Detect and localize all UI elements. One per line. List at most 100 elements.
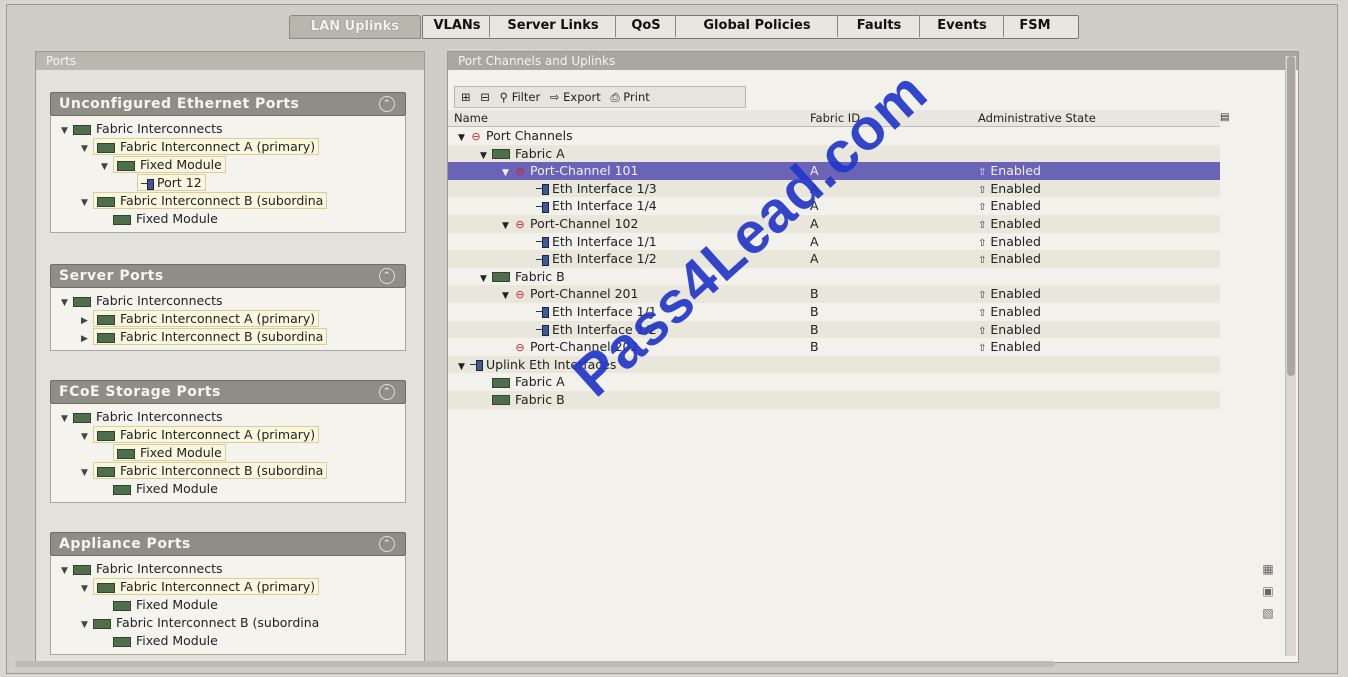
section-header[interactable]: FCoE Storage Ports ⌃ bbox=[50, 380, 406, 404]
collapse-icon[interactable]: ⌃ bbox=[379, 268, 395, 284]
tree-node[interactable]: ▶ Fabric Interconnect A (primary) bbox=[51, 310, 405, 328]
tree-node-label: Port 12 bbox=[157, 175, 202, 190]
tree-node[interactable]: ▶ Fabric Interconnect B (subordina bbox=[51, 328, 405, 346]
expand-toggle-icon[interactable]: ▶ bbox=[81, 330, 93, 348]
row-name-label: Port-Channel 102 bbox=[530, 215, 639, 231]
port-channel-icon: ⊖ bbox=[515, 165, 525, 179]
tree-node[interactable]: Fixed Module bbox=[51, 480, 405, 498]
appliance-ports-section: Appliance Ports ⌃ ▼ Fabric Interconnects … bbox=[50, 532, 406, 655]
row-name-label: Port-Channel 201 bbox=[530, 286, 639, 302]
table-row[interactable]: ⊖ Port-Channel 202 B ⇧ Enabled bbox=[448, 338, 1220, 356]
enabled-arrow-icon: ⇧ bbox=[978, 184, 987, 196]
tree-node[interactable]: ▼ Fabric Interconnect A (primary) bbox=[51, 138, 405, 156]
enabled-arrow-icon: ⇧ bbox=[978, 202, 987, 214]
column-header-admin-state[interactable]: Administrative State bbox=[978, 110, 1096, 126]
row-name-label: Fabric B bbox=[515, 268, 565, 284]
section-title: Unconfigured Ethernet Ports bbox=[59, 96, 300, 112]
filter-button[interactable]: ⚲ Filter bbox=[500, 87, 541, 107]
server-ports-section: Server Ports ⌃ ▼ Fabric Interconnects ▶ Fa… bbox=[50, 264, 406, 351]
admin-state-label: Enabled bbox=[990, 180, 1041, 196]
collapse-icon[interactable]: ⌃ bbox=[379, 536, 395, 552]
column-header-name[interactable]: Name bbox=[454, 110, 488, 126]
add-icon[interactable]: ⊞ bbox=[461, 87, 471, 107]
interface-icon bbox=[536, 237, 549, 249]
section-tree: ▼ Fabric Interconnects ▼ Fabric Interconne… bbox=[50, 556, 406, 655]
fabric-id-cell: A bbox=[810, 233, 819, 249]
table-row[interactable]: ▼ Fabric B bbox=[448, 268, 1220, 286]
row-name-label: Eth Interface 1/3 bbox=[552, 180, 657, 196]
tree-node[interactable]: ▼ Fabric Interconnects bbox=[51, 120, 405, 138]
tree-node[interactable]: Port 12 bbox=[51, 174, 405, 192]
tab-fsm[interactable]: FSM bbox=[1005, 15, 1065, 37]
print-button[interactable]: ⎙ Print bbox=[610, 87, 649, 107]
table-row[interactable]: Eth Interface 1/2 B ⇧ Enabled bbox=[448, 320, 1220, 339]
tree-node-label: Fixed Module bbox=[140, 445, 222, 460]
tree-node[interactable]: ▼ Fabric Interconnects bbox=[51, 408, 405, 426]
collapse-icon[interactable]: ⌃ bbox=[379, 384, 395, 400]
properties-icon[interactable]: ▦ bbox=[1258, 562, 1278, 584]
fabric-interconnect-icon bbox=[97, 314, 115, 325]
table-row[interactable]: Eth Interface 1/1 B ⇧ Enabled bbox=[448, 303, 1220, 321]
tab-vlans[interactable]: VLANs bbox=[425, 15, 490, 37]
tree-node-label: Fabric Interconnect A (primary) bbox=[120, 311, 316, 326]
table-row[interactable]: ▼ ⊖ Port-Channel 201 B ⇧ Enabled bbox=[448, 285, 1220, 303]
settings-icon[interactable]: ▧ bbox=[1258, 606, 1278, 628]
tab-events[interactable]: Events bbox=[921, 15, 1004, 37]
section-tree: ▼ Fabric Interconnects ▼ Fabric Interconne… bbox=[50, 116, 406, 233]
table-row[interactable]: Eth Interface 1/1 A ⇧ Enabled bbox=[448, 233, 1220, 251]
module-icon bbox=[113, 636, 131, 647]
print-icon: ⎙ bbox=[610, 90, 620, 104]
fabric-id-cell: B bbox=[810, 321, 819, 337]
admin-state-label: Enabled bbox=[990, 233, 1041, 249]
fabric-icon bbox=[492, 377, 510, 388]
tab-bar: LAN Uplinks VLANs Server Links QoS Globa… bbox=[7, 15, 1341, 39]
horizontal-scrollbar[interactable] bbox=[15, 661, 1055, 667]
section-header[interactable]: Unconfigured Ethernet Ports ⌃ bbox=[50, 92, 406, 116]
collapse-icon[interactable]: ⌃ bbox=[379, 96, 395, 112]
tree-node[interactable]: ▼ Fabric Interconnect B (subordina bbox=[51, 192, 405, 210]
fcoe-storage-ports-section: FCoE Storage Ports ⌃ ▼ Fabric Interconnec… bbox=[50, 380, 406, 503]
tree-node[interactable]: ▼ Fabric Interconnect A (primary) bbox=[51, 578, 405, 596]
column-chooser-icon[interactable]: ▤ bbox=[1220, 110, 1229, 126]
tree-node[interactable]: ▼ Fabric Interconnect B (subordina bbox=[51, 614, 405, 632]
tab-qos[interactable]: QoS bbox=[617, 15, 676, 37]
tab-faults[interactable]: Faults bbox=[839, 15, 920, 37]
table-row[interactable]: Fabric B bbox=[448, 390, 1220, 409]
scrollbar-thumb[interactable] bbox=[1287, 56, 1295, 376]
section-header[interactable]: Server Ports ⌃ bbox=[50, 264, 406, 288]
tree-node[interactable]: ▼ Fixed Module bbox=[51, 156, 405, 174]
tab-global-policies[interactable]: Global Policies bbox=[677, 15, 838, 37]
tree-node[interactable]: Fixed Module bbox=[51, 210, 405, 228]
tree-node[interactable]: Fixed Module bbox=[51, 596, 405, 614]
table-row[interactable]: ▼ ⊖ Port-Channel 102 A ⇧ Enabled bbox=[448, 214, 1220, 233]
export-button[interactable]: ⇨ Export bbox=[550, 87, 601, 107]
fabric-icon bbox=[492, 272, 510, 283]
fabric-id-cell: B bbox=[810, 339, 819, 355]
section-title: Appliance Ports bbox=[59, 536, 191, 552]
fabric-interconnect-icon bbox=[97, 196, 115, 207]
tree-node[interactable]: Fixed Module bbox=[51, 632, 405, 650]
table-row[interactable]: Eth Interface 1/2 A ⇧ Enabled bbox=[448, 250, 1220, 268]
tab-lan-uplinks[interactable]: LAN Uplinks bbox=[289, 15, 421, 39]
table-row[interactable]: Fabric A bbox=[448, 373, 1220, 391]
fabric-interconnect-icon bbox=[73, 564, 91, 575]
port-channel-icon: ⊖ bbox=[515, 217, 525, 231]
tree-node[interactable]: Fixed Module bbox=[51, 444, 405, 462]
row-name-label: Eth Interface 1/4 bbox=[552, 198, 657, 214]
tree-node-label: Fixed Module bbox=[136, 211, 218, 226]
tree-node-label: Fabric Interconnect A (primary) bbox=[120, 579, 316, 594]
tree-node[interactable]: ▼ Fabric Interconnects bbox=[51, 292, 405, 310]
admin-state-label: Enabled bbox=[990, 198, 1041, 214]
tree-node-label: Fabric Interconnect B (subordina bbox=[120, 193, 324, 208]
remove-icon[interactable]: ⊟ bbox=[480, 87, 490, 107]
tree-node[interactable]: ▼ Fabric Interconnect B (subordina bbox=[51, 462, 405, 480]
tree-node[interactable]: ▼ Fabric Interconnect A (primary) bbox=[51, 426, 405, 444]
section-header[interactable]: Appliance Ports ⌃ bbox=[50, 532, 406, 556]
tree-node[interactable]: ▼ Fabric Interconnects bbox=[51, 560, 405, 578]
fabric-id-cell: B bbox=[810, 303, 819, 319]
vertical-scrollbar[interactable] bbox=[1285, 56, 1296, 656]
tab-server-links[interactable]: Server Links bbox=[491, 15, 616, 37]
row-name-label: Eth Interface 1/2 bbox=[552, 251, 657, 267]
calendar-icon[interactable]: ▣ bbox=[1258, 584, 1278, 606]
tree-node-label: Fixed Module bbox=[136, 633, 218, 648]
